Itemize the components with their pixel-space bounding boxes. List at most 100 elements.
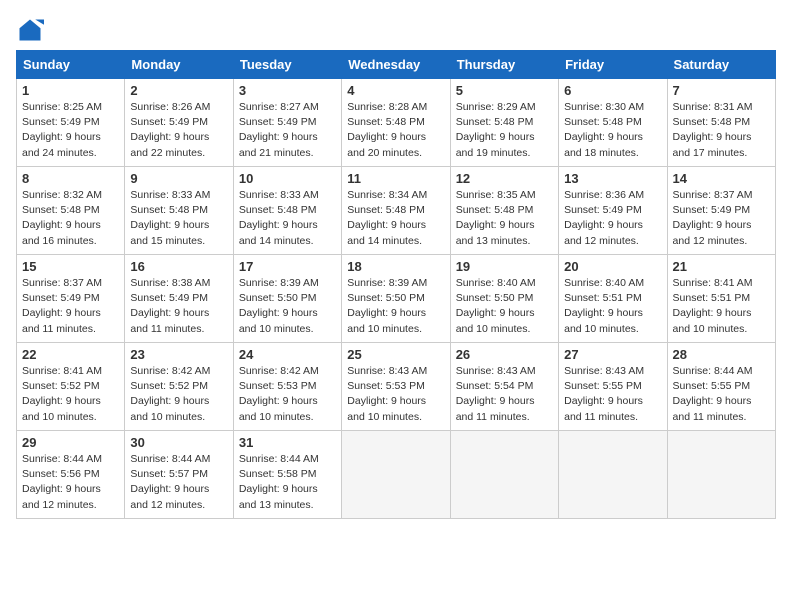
calendar-cell: 15 Sunrise: 8:37 AMSunset: 5:49 PMDayligh… <box>17 255 125 343</box>
calendar-cell <box>559 431 667 519</box>
col-header-sunday: Sunday <box>17 51 125 79</box>
calendar-cell: 13Sunrise: 8:36 AMSunset: 5:49 PMDayligh… <box>559 167 667 255</box>
day-info: Sunrise: 8:40 AMSunset: 5:51 PMDaylight:… <box>564 276 661 337</box>
day-number: 12 <box>456 171 553 186</box>
day-info: Sunrise: 8:44 AMSunset: 5:55 PMDaylight:… <box>673 364 770 425</box>
day-number: 3 <box>239 83 336 98</box>
day-number: 10 <box>239 171 336 186</box>
week-row-5: 29 Sunrise: 8:44 AMSunset: 5:56 PMDayligh… <box>17 431 776 519</box>
day-info: Sunrise: 8:28 AMSunset: 5:48 PMDaylight:… <box>347 100 444 161</box>
calendar-cell: 14 Sunrise: 8:37 AMSunset: 5:49 PMDayligh… <box>667 167 775 255</box>
calendar-cell: 12 Sunrise: 8:35 AMSunset: 5:48 PMDayligh… <box>450 167 558 255</box>
day-info: Sunrise: 8:37 AMSunset: 5:49 PMDaylight:… <box>673 188 770 249</box>
day-number: 4 <box>347 83 444 98</box>
week-row-4: 22 Sunrise: 8:41 AMSunset: 5:52 PMDayligh… <box>17 343 776 431</box>
day-info: Sunrise: 8:25 AMSunset: 5:49 PMDaylight:… <box>22 100 119 161</box>
calendar-cell: 10 Sunrise: 8:33 AMSunset: 5:48 PMDayligh… <box>233 167 341 255</box>
day-info: Sunrise: 8:43 AMSunset: 5:55 PMDaylight:… <box>564 364 661 425</box>
calendar-cell: 3 Sunrise: 8:27 AMSunset: 5:49 PMDaylight… <box>233 79 341 167</box>
calendar-cell: 21 Sunrise: 8:41 AMSunset: 5:51 PMDayligh… <box>667 255 775 343</box>
day-info: Sunrise: 8:43 AMSunset: 5:54 PMDaylight:… <box>456 364 553 425</box>
calendar-cell: 26 Sunrise: 8:43 AMSunset: 5:54 PMDayligh… <box>450 343 558 431</box>
day-info: Sunrise: 8:33 AMSunset: 5:48 PMDaylight:… <box>130 188 227 249</box>
calendar-cell: 4 Sunrise: 8:28 AMSunset: 5:48 PMDaylight… <box>342 79 450 167</box>
day-number: 28 <box>673 347 770 362</box>
day-number: 15 <box>22 259 119 274</box>
calendar-cell: 30Sunrise: 8:44 AMSunset: 5:57 PMDayligh… <box>125 431 233 519</box>
day-info: Sunrise: 8:38 AMSunset: 5:49 PMDaylight:… <box>130 276 227 337</box>
calendar-header-row: SundayMondayTuesdayWednesdayThursdayFrid… <box>17 51 776 79</box>
day-number: 29 <box>22 435 119 450</box>
calendar-cell: 22 Sunrise: 8:41 AMSunset: 5:52 PMDayligh… <box>17 343 125 431</box>
col-header-saturday: Saturday <box>667 51 775 79</box>
day-number: 26 <box>456 347 553 362</box>
calendar-cell: 19Sunrise: 8:40 AMSunset: 5:50 PMDayligh… <box>450 255 558 343</box>
calendar-cell: 23 Sunrise: 8:42 AMSunset: 5:52 PMDayligh… <box>125 343 233 431</box>
calendar-cell: 20 Sunrise: 8:40 AMSunset: 5:51 PMDayligh… <box>559 255 667 343</box>
day-info: Sunrise: 8:35 AMSunset: 5:48 PMDaylight:… <box>456 188 553 249</box>
day-info: Sunrise: 8:44 AMSunset: 5:56 PMDaylight:… <box>22 452 119 513</box>
calendar-table: SundayMondayTuesdayWednesdayThursdayFrid… <box>16 50 776 519</box>
day-info: Sunrise: 8:33 AMSunset: 5:48 PMDaylight:… <box>239 188 336 249</box>
calendar-cell <box>450 431 558 519</box>
day-info: Sunrise: 8:36 AMSunset: 5:49 PMDaylight:… <box>564 188 661 249</box>
day-number: 23 <box>130 347 227 362</box>
col-header-thursday: Thursday <box>450 51 558 79</box>
day-info: Sunrise: 8:43 AMSunset: 5:53 PMDaylight:… <box>347 364 444 425</box>
day-number: 18 <box>347 259 444 274</box>
calendar-cell: 8 Sunrise: 8:32 AMSunset: 5:48 PMDaylight… <box>17 167 125 255</box>
day-info: Sunrise: 8:34 AMSunset: 5:48 PMDaylight:… <box>347 188 444 249</box>
day-info: Sunrise: 8:42 AMSunset: 5:52 PMDaylight:… <box>130 364 227 425</box>
day-info: Sunrise: 8:39 AMSunset: 5:50 PMDaylight:… <box>347 276 444 337</box>
calendar-cell: 24Sunrise: 8:42 AMSunset: 5:53 PMDayligh… <box>233 343 341 431</box>
calendar-cell: 2Sunrise: 8:26 AMSunset: 5:49 PMDaylight… <box>125 79 233 167</box>
calendar-cell: 31 Sunrise: 8:44 AMSunset: 5:58 PMDayligh… <box>233 431 341 519</box>
calendar-cell: 28 Sunrise: 8:44 AMSunset: 5:55 PMDayligh… <box>667 343 775 431</box>
day-number: 8 <box>22 171 119 186</box>
day-number: 11 <box>347 171 444 186</box>
calendar-cell: 11 Sunrise: 8:34 AMSunset: 5:48 PMDayligh… <box>342 167 450 255</box>
calendar-cell: 27 Sunrise: 8:43 AMSunset: 5:55 PMDayligh… <box>559 343 667 431</box>
day-info: Sunrise: 8:41 AMSunset: 5:51 PMDaylight:… <box>673 276 770 337</box>
week-row-1: 1 Sunrise: 8:25 AMSunset: 5:49 PMDaylight… <box>17 79 776 167</box>
day-number: 25 <box>347 347 444 362</box>
page-header <box>16 16 776 44</box>
calendar-cell: 29 Sunrise: 8:44 AMSunset: 5:56 PMDayligh… <box>17 431 125 519</box>
col-header-tuesday: Tuesday <box>233 51 341 79</box>
day-number: 17 <box>239 259 336 274</box>
calendar-cell: 17 Sunrise: 8:39 AMSunset: 5:50 PMDayligh… <box>233 255 341 343</box>
day-info: Sunrise: 8:41 AMSunset: 5:52 PMDaylight:… <box>22 364 119 425</box>
calendar-cell <box>667 431 775 519</box>
week-row-3: 15 Sunrise: 8:37 AMSunset: 5:49 PMDayligh… <box>17 255 776 343</box>
calendar-cell: 9 Sunrise: 8:33 AMSunset: 5:48 PMDaylight… <box>125 167 233 255</box>
day-info: Sunrise: 8:42 AMSunset: 5:53 PMDaylight:… <box>239 364 336 425</box>
calendar-cell: 5Sunrise: 8:29 AMSunset: 5:48 PMDaylight… <box>450 79 558 167</box>
day-number: 27 <box>564 347 661 362</box>
day-number: 14 <box>673 171 770 186</box>
day-number: 1 <box>22 83 119 98</box>
col-header-friday: Friday <box>559 51 667 79</box>
day-info: Sunrise: 8:44 AMSunset: 5:57 PMDaylight:… <box>130 452 227 513</box>
day-info: Sunrise: 8:27 AMSunset: 5:49 PMDaylight:… <box>239 100 336 161</box>
calendar-cell: 16Sunrise: 8:38 AMSunset: 5:49 PMDayligh… <box>125 255 233 343</box>
day-number: 9 <box>130 171 227 186</box>
day-number: 21 <box>673 259 770 274</box>
col-header-monday: Monday <box>125 51 233 79</box>
week-row-2: 8 Sunrise: 8:32 AMSunset: 5:48 PMDaylight… <box>17 167 776 255</box>
col-header-wednesday: Wednesday <box>342 51 450 79</box>
day-number: 19 <box>456 259 553 274</box>
day-info: Sunrise: 8:32 AMSunset: 5:48 PMDaylight:… <box>22 188 119 249</box>
calendar-cell: 25 Sunrise: 8:43 AMSunset: 5:53 PMDayligh… <box>342 343 450 431</box>
day-info: Sunrise: 8:44 AMSunset: 5:58 PMDaylight:… <box>239 452 336 513</box>
day-number: 31 <box>239 435 336 450</box>
day-info: Sunrise: 8:37 AMSunset: 5:49 PMDaylight:… <box>22 276 119 337</box>
day-number: 6 <box>564 83 661 98</box>
day-number: 20 <box>564 259 661 274</box>
day-info: Sunrise: 8:31 AMSunset: 5:48 PMDaylight:… <box>673 100 770 161</box>
day-info: Sunrise: 8:29 AMSunset: 5:48 PMDaylight:… <box>456 100 553 161</box>
calendar-cell: 18 Sunrise: 8:39 AMSunset: 5:50 PMDayligh… <box>342 255 450 343</box>
day-number: 22 <box>22 347 119 362</box>
day-info: Sunrise: 8:30 AMSunset: 5:48 PMDaylight:… <box>564 100 661 161</box>
calendar-cell: 7Sunrise: 8:31 AMSunset: 5:48 PMDaylight… <box>667 79 775 167</box>
day-info: Sunrise: 8:39 AMSunset: 5:50 PMDaylight:… <box>239 276 336 337</box>
